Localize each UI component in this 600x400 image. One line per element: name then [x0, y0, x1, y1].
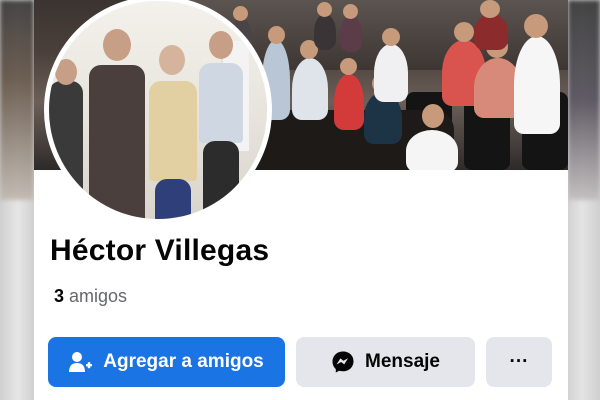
cover-person — [474, 14, 508, 50]
background-blur-right — [568, 0, 600, 200]
background-blur-left — [0, 0, 34, 200]
cover-person-head — [343, 4, 358, 19]
cover-person — [374, 44, 408, 102]
profile-card: Héctor Villegas 3 amigos Agregar a amigo… — [34, 0, 568, 400]
messenger-icon — [331, 350, 355, 374]
profile-name: Héctor Villegas — [50, 234, 270, 267]
cover-person-head — [480, 0, 500, 18]
cover-person-head — [340, 58, 357, 75]
avatar-person — [89, 65, 145, 219]
more-dots-icon: ··· — [509, 351, 529, 372]
cover-person — [292, 58, 328, 120]
avatar-person-head — [159, 45, 185, 75]
add-friend-button[interactable]: Agregar a amigos — [48, 337, 285, 387]
avatar-person-head — [209, 31, 233, 59]
more-button[interactable]: ··· — [486, 337, 552, 387]
friends-count-number: 3 — [54, 286, 65, 306]
avatar-person — [149, 81, 197, 181]
cover-person-head — [422, 104, 444, 128]
message-button[interactable]: Mensaje — [296, 337, 475, 387]
avatar-person-head — [55, 59, 77, 85]
cover-person-head — [382, 28, 400, 46]
cover-person-head — [454, 22, 474, 42]
add-friend-label: Agregar a amigos — [103, 351, 264, 372]
cover-person — [340, 16, 362, 52]
avatar-person — [199, 63, 243, 143]
cover-person-head — [268, 26, 285, 44]
cover-person — [334, 74, 364, 130]
cover-person-head — [524, 14, 548, 38]
avatar-person-head — [103, 29, 131, 61]
cover-person — [406, 130, 458, 170]
avatar-person — [49, 81, 83, 219]
avatar[interactable] — [44, 0, 272, 224]
friends-count[interactable]: 3 amigos — [54, 286, 127, 307]
avatar-person — [203, 141, 239, 219]
add-friend-icon — [69, 351, 93, 373]
friends-count-label: amigos — [69, 286, 128, 306]
cover-person-head — [317, 2, 332, 17]
cover-person — [514, 36, 560, 134]
cover-person — [314, 14, 336, 50]
avatar-person — [155, 179, 191, 219]
message-label: Mensaje — [365, 351, 440, 372]
